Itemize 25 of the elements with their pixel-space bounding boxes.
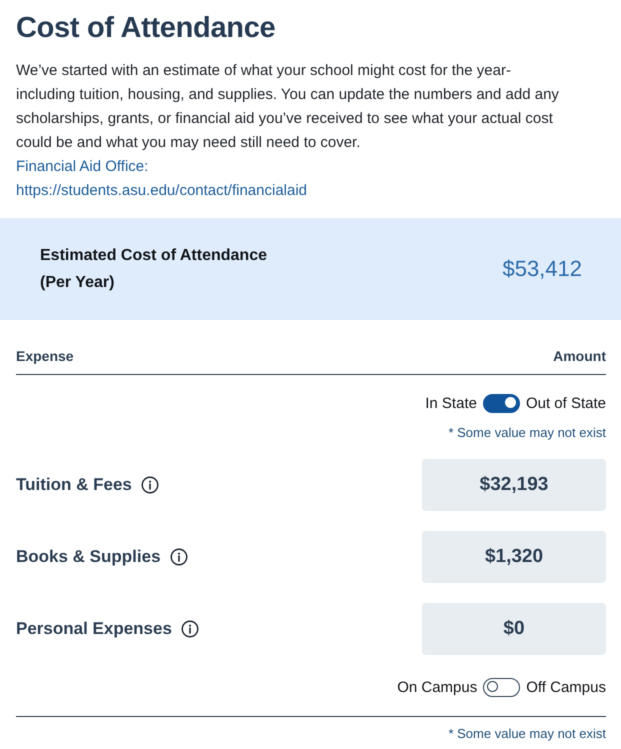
info-icon[interactable] xyxy=(170,548,188,566)
estimate-label: Estimated Cost of Attendance (Per Year) xyxy=(40,246,268,293)
expense-label: Personal Expenses xyxy=(16,619,172,639)
toggle-label: Out of State xyxy=(526,394,606,412)
toggle-switch[interactable] xyxy=(482,394,520,412)
info-icon[interactable] xyxy=(180,620,199,638)
toggle-label: In State xyxy=(425,394,477,412)
column-header: Amount xyxy=(553,347,606,366)
office-label: Financial Aid Office: xyxy=(16,158,148,175)
footnote: * Some value may not exist xyxy=(448,425,606,441)
toggle-label: On Campus xyxy=(397,678,478,696)
estimate-amount: $53,412 xyxy=(502,256,582,282)
expense-label: Books & Supplies xyxy=(16,547,161,567)
page-title: Cost of Attendance xyxy=(15,11,276,46)
toggle-switch[interactable] xyxy=(483,678,520,696)
amount-field[interactable]: $32,193 xyxy=(422,459,606,511)
expense-label: Tuition & Fees xyxy=(16,475,132,495)
amount-field[interactable]: $1,320 xyxy=(422,531,606,583)
column-header: Expense xyxy=(16,347,74,366)
footnote: * Some value may not exist xyxy=(448,726,606,742)
toggle-label: Off Campus xyxy=(526,678,606,696)
info-icon[interactable] xyxy=(140,476,159,494)
intro-paragraph: We’ve started with an estimate of what your school might cost for the year-including tuition, housing, and supplies. You can update the numbers and add any scholarships, grants, or financial aid you’ve received to see what your actual cost could be and what you may need still need to cover. xyxy=(16,61,560,153)
amount-field[interactable]: $0 xyxy=(422,603,606,655)
office-link[interactable]: https://students.asu.edu/contact/financialaid xyxy=(16,182,308,199)
